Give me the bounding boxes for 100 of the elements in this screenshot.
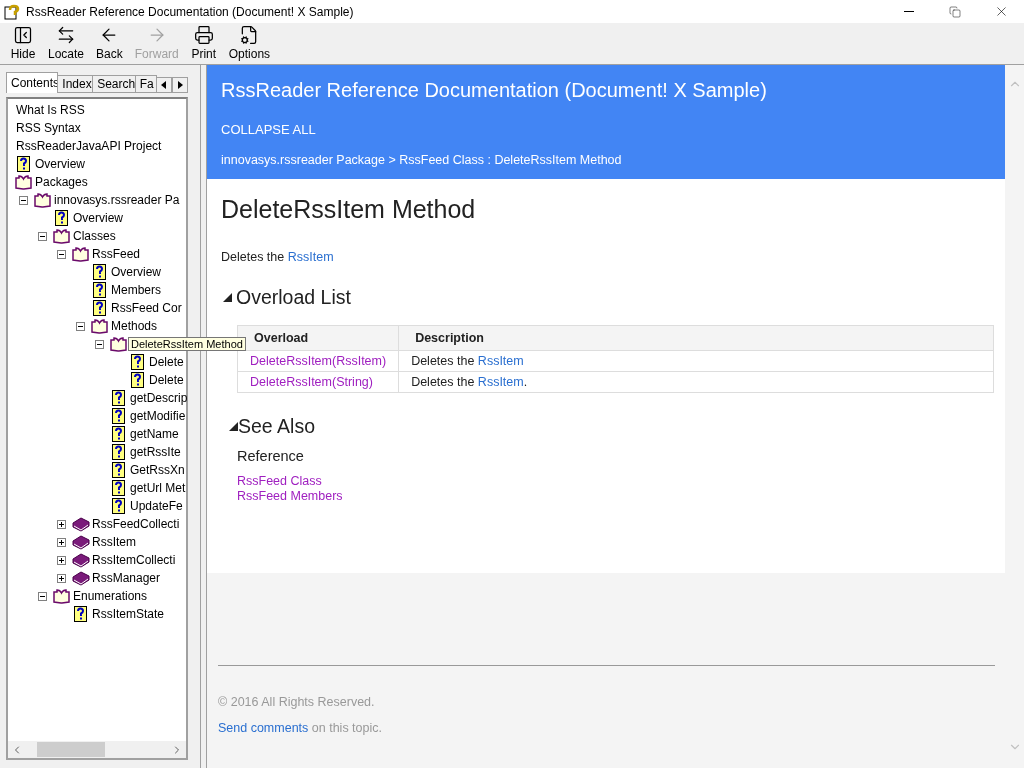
tree-item[interactable]: RssItemState (92, 607, 165, 621)
column-header: Description (398, 325, 994, 351)
help-page-icon (93, 300, 106, 316)
right-triangle-icon (177, 81, 183, 89)
open-book-icon (53, 588, 70, 604)
open-book-icon (72, 246, 89, 262)
panel-icon (13, 25, 33, 45)
tree-item[interactable]: UpdateFe (130, 499, 183, 513)
tree-item[interactable]: GetRssXn (130, 463, 185, 477)
send-comments-link[interactable]: Send comments (218, 721, 309, 735)
open-book-icon (15, 174, 32, 190)
minus-box-icon[interactable] (76, 321, 85, 331)
minus-box-icon[interactable] (19, 195, 28, 205)
plus-box-icon[interactable] (57, 573, 66, 583)
open-book-icon (34, 192, 51, 208)
open-book-icon (53, 228, 70, 244)
tree-item[interactable]: Delete (149, 355, 184, 369)
help-page-icon (17, 156, 30, 172)
minus-box-icon[interactable] (95, 339, 104, 349)
help-page-icon (55, 210, 68, 226)
tab[interactable]: Search (92, 75, 136, 93)
closed-book-icon (71, 516, 90, 532)
help-page-icon (112, 408, 125, 424)
reference-link[interactable]: RssFeed Class (237, 474, 322, 488)
minus-box-icon[interactable] (38, 591, 47, 601)
collapse-triangle-icon[interactable] (229, 422, 238, 431)
tree-item[interactable]: Packages (35, 175, 88, 189)
tree-item[interactable]: innovasys.rssreader Pa (54, 193, 180, 207)
help-page-icon (112, 444, 125, 460)
plus-box-icon[interactable] (57, 555, 66, 565)
tree-item[interactable]: getDescrip (130, 391, 188, 405)
help-page-icon (93, 264, 106, 280)
tree-item[interactable]: getUrl Met (130, 481, 186, 495)
horizontal-scrollbar[interactable] (8, 741, 186, 758)
page-title: DeleteRssItem Method (221, 195, 477, 224)
section-heading: See Also (238, 415, 315, 438)
help-app-icon (4, 3, 20, 20)
tree-item[interactable]: RssManager (92, 571, 161, 585)
tab[interactable]: Index (57, 75, 94, 93)
tree-item[interactable]: RssFeed Cor (111, 301, 182, 315)
tree-item[interactable]: RssItem (92, 535, 136, 549)
tree-item[interactable]: getModifie (130, 409, 186, 423)
toolbar-button[interactable]: Back (90, 25, 129, 64)
closed-book-icon (71, 552, 90, 568)
scroll-right-button[interactable] (172, 77, 188, 93)
rssitem-link[interactable]: RssItem (287, 250, 334, 264)
left-triangle-icon (161, 81, 167, 89)
restore-icon (949, 5, 961, 18)
tree-item[interactable]: RssFeedCollecti (92, 517, 180, 531)
printer-icon (193, 25, 214, 45)
help-page-icon (112, 462, 125, 478)
tree-item[interactable]: RssItemCollecti (92, 553, 176, 567)
tooltip: DeleteRssItem Method (128, 337, 246, 351)
toolbar-button[interactable]: Locate (42, 25, 91, 64)
copyright-text: © 2016 All Rights Reserved. (218, 695, 376, 709)
plus-box-icon[interactable] (57, 537, 66, 547)
collapse-triangle-icon[interactable] (223, 293, 232, 302)
closed-book-icon (71, 534, 90, 550)
arrows-icon (56, 25, 76, 45)
help-page-icon (74, 606, 87, 622)
tree-item[interactable]: Members (111, 283, 161, 297)
tree-item[interactable]: RssFeed (92, 247, 141, 261)
subsection-heading: Reference (237, 448, 305, 464)
help-page-icon (112, 390, 125, 406)
description-cell: Deletes the RssItem (398, 350, 994, 372)
scroll-left-button[interactable] (156, 77, 172, 93)
section-heading: Overload List (236, 286, 351, 309)
tree-item[interactable]: getRssIte (130, 445, 181, 459)
tree-item[interactable]: Enumerations (73, 589, 148, 603)
plus-box-icon[interactable] (57, 519, 66, 529)
closed-book-icon (71, 570, 90, 586)
tree-item[interactable]: Methods (111, 319, 158, 333)
rssitem-link[interactable]: RssItem (477, 354, 524, 368)
header-title: RssReader Reference Documentation (Document! X Sample) (221, 79, 768, 102)
toolbar-button[interactable]: Print (184, 25, 223, 64)
help-page-icon (131, 354, 144, 370)
open-book-icon (110, 336, 127, 352)
minus-box-icon[interactable] (57, 249, 66, 259)
summary-text: Deletes the RssItem (221, 250, 335, 264)
breadcrumb: innovasys.rssreader Package > RssFeed Class : DeleteRssItem Method (221, 153, 623, 167)
tree-item[interactable]: getName (130, 427, 179, 441)
window-title: RssReader Reference Documentation (Document! X Sample) (26, 4, 355, 19)
rssitem-link[interactable]: RssItem (477, 375, 524, 389)
tree-item[interactable]: RSS Syntax (16, 121, 81, 135)
feedback-text: Send comments on this topic. (218, 721, 383, 735)
open-book-icon (91, 318, 108, 334)
toolbar-button[interactable]: Hide (4, 25, 42, 64)
toolbar-button[interactable]: Options (222, 25, 277, 64)
reference-link[interactable]: RssFeed Members (237, 489, 343, 503)
tree-item[interactable]: Classes (73, 229, 116, 243)
tree-item[interactable]: Overview (111, 265, 161, 279)
tree-item[interactable]: Overview (73, 211, 123, 225)
tree-item[interactable]: RssReaderJavaAPI Project (16, 139, 162, 153)
minimize-icon (904, 11, 914, 12)
tree-item[interactable]: Delete (149, 373, 184, 387)
tree-item[interactable]: Overview (35, 157, 85, 171)
minus-box-icon[interactable] (38, 231, 47, 241)
collapse-all-link[interactable]: COLLAPSE ALL (221, 122, 991, 137)
help-page-icon (112, 426, 125, 442)
tree-item[interactable]: What Is RSS (16, 103, 85, 117)
